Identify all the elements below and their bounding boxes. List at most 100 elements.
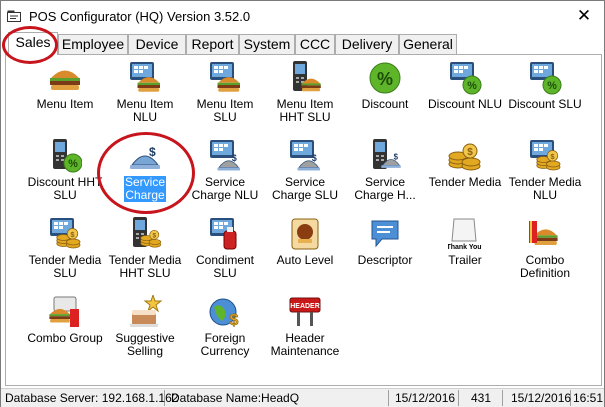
item-combo-definition[interactable]: Combo Definition xyxy=(506,217,584,280)
item-label-line1: Auto Level xyxy=(276,253,334,267)
item-label-line2: SLU xyxy=(53,266,77,280)
item-label: Header Maintenance xyxy=(266,332,344,358)
item-auto-level[interactable]: Auto Level xyxy=(266,217,344,267)
svg-text:$: $ xyxy=(312,153,317,163)
status-time: 16:51 xyxy=(573,391,604,405)
cake-icon xyxy=(128,293,163,329)
tab-sales[interactable]: Sales xyxy=(8,32,58,55)
item-service-charge-slu[interactable]: $ Service Charge SLU xyxy=(266,139,344,202)
combo-meal-icon xyxy=(528,217,562,251)
tab-employee[interactable]: Employee xyxy=(58,34,128,54)
tab-delivery[interactable]: Delivery xyxy=(335,34,399,54)
item-label: Service Charge xyxy=(106,176,184,202)
item-menu-item-hht-slu[interactable]: Menu Item HHT SLU xyxy=(266,61,344,124)
coins-screen-icon: $ xyxy=(48,217,82,251)
item-service-charge[interactable]: $ Service Charge xyxy=(106,139,184,202)
item-tender-media[interactable]: $ Tender Media xyxy=(426,139,504,189)
svg-text:$: $ xyxy=(394,152,399,161)
item-label: Menu Item NLU xyxy=(106,98,184,124)
header-sign-icon: HEADER xyxy=(288,295,322,329)
item-label: Foreign Currency xyxy=(186,332,264,358)
svg-text:Thank You: Thank You xyxy=(448,244,482,251)
item-menu-item[interactable]: Menu Item xyxy=(26,61,104,111)
item-label: Service Charge SLU xyxy=(266,176,344,202)
item-label-line2: HHT SLU xyxy=(119,266,171,280)
svg-text:%: % xyxy=(467,80,477,92)
descriptor-icon xyxy=(368,217,402,251)
item-label: Menu Item xyxy=(26,98,104,111)
item-discount-nlu[interactable]: % Discount NLU xyxy=(426,61,504,111)
item-label: Discount HHT SLU xyxy=(26,176,104,202)
item-label-line2: NLU xyxy=(132,110,157,124)
svg-text:%: % xyxy=(547,80,557,92)
tab-bar: Sales Employee Device Report System CCC … xyxy=(5,32,601,55)
tab-device[interactable]: Device xyxy=(128,34,186,54)
thank-you-receipt-icon: Thank You xyxy=(446,217,482,251)
svg-text:$: $ xyxy=(149,145,156,159)
status-date: 15/12/2016 xyxy=(395,390,459,406)
window-title: POS Configurator (HQ) Version 3.52.0 xyxy=(29,9,251,24)
item-label-line2: Selling xyxy=(126,344,164,358)
item-header-maintenance[interactable]: HEADER Header Maintenance xyxy=(266,295,344,358)
item-combo-group[interactable]: Combo Group xyxy=(26,295,104,345)
item-label: Discount NLU xyxy=(426,98,504,111)
item-label-line2: Charge SLU xyxy=(271,188,339,202)
item-label: Tender Media xyxy=(426,176,504,189)
coins-handheld-icon: $ xyxy=(128,217,162,251)
item-service-charge-h[interactable]: $ Service Charge H... xyxy=(346,139,424,202)
item-label: Suggestive Selling xyxy=(106,332,184,358)
item-menu-item-slu[interactable]: Menu Item SLU xyxy=(186,61,264,124)
item-label-line2: HHT SLU xyxy=(279,110,331,124)
item-label: Discount xyxy=(346,98,424,111)
svg-text:$: $ xyxy=(152,232,156,239)
status-db-server: Database Server: 192.168.1.162 xyxy=(5,390,179,406)
item-label: Auto Level xyxy=(266,254,344,267)
discount-screen-icon: % xyxy=(448,61,482,95)
coins-screen-icon: $ xyxy=(528,139,562,173)
item-label-line1: Combo Group xyxy=(27,331,103,345)
item-label-line1: Tender Media xyxy=(428,175,502,189)
item-service-charge-nlu[interactable]: $ Service Charge NLU xyxy=(186,139,264,202)
item-tender-media-hht-slu[interactable]: $ Tender Media HHT SLU xyxy=(106,217,184,280)
item-label-line2: SLU xyxy=(213,110,237,124)
status-date-2: 15/12/2016 xyxy=(511,390,572,406)
discount-icon: % xyxy=(368,61,402,95)
item-discount-slu[interactable]: % Discount SLU xyxy=(506,61,584,111)
item-condiment-slu[interactable]: Condiment SLU xyxy=(186,217,264,280)
item-tender-media-slu[interactable]: $ Tender Media SLU xyxy=(26,217,104,280)
item-trailer[interactable]: Thank You Trailer xyxy=(426,217,504,267)
close-button[interactable]: ✕ xyxy=(570,5,598,27)
item-descriptor[interactable]: Descriptor xyxy=(346,217,424,267)
item-foreign-currency[interactable]: $ Foreign Currency xyxy=(186,295,264,358)
burger-icon xyxy=(48,61,82,95)
item-label-line2: Charge H... xyxy=(354,188,416,202)
status-count: 431 xyxy=(471,390,503,406)
item-label-line2: Charge NLU xyxy=(191,188,259,202)
service-charge-icon: $ xyxy=(128,139,162,173)
item-label-line1: Discount xyxy=(361,97,409,111)
tab-system[interactable]: System xyxy=(239,34,295,54)
item-label-line2: Definition xyxy=(519,266,571,280)
tab-ccc[interactable]: CCC xyxy=(295,34,335,54)
app-window: POS Configurator (HQ) Version 3.52.0 ✕ S… xyxy=(0,0,605,407)
tab-report[interactable]: Report xyxy=(186,34,239,54)
item-discount-hht-slu[interactable]: % Discount HHT SLU xyxy=(26,139,104,202)
svg-text:%: % xyxy=(377,69,393,89)
burger-handheld-icon xyxy=(288,61,322,95)
item-tender-media-nlu[interactable]: $ Tender Media NLU xyxy=(506,139,584,202)
item-label-line2: SLU xyxy=(53,188,77,202)
item-label: Combo Definition xyxy=(506,254,584,280)
item-discount[interactable]: % Discount xyxy=(346,61,424,111)
item-label-line2: Currency xyxy=(200,344,250,358)
item-menu-item-nlu[interactable]: Menu Item NLU xyxy=(106,61,184,124)
discount-screen-icon: % xyxy=(528,61,562,95)
svg-text:$: $ xyxy=(467,147,473,158)
tab-general[interactable]: General xyxy=(399,34,457,54)
item-suggestive-selling[interactable]: Suggestive Selling xyxy=(106,293,184,358)
item-label: Discount SLU xyxy=(506,98,584,111)
item-label: Trailer xyxy=(426,254,504,267)
title-bar: POS Configurator (HQ) Version 3.52.0 ✕ xyxy=(1,1,604,31)
item-label-line2: Maintenance xyxy=(270,344,340,358)
sales-panel: Menu Item Menu Item NLU Menu Item SLU Menu It… xyxy=(5,54,602,386)
item-label: Service Charge H... xyxy=(346,176,424,202)
